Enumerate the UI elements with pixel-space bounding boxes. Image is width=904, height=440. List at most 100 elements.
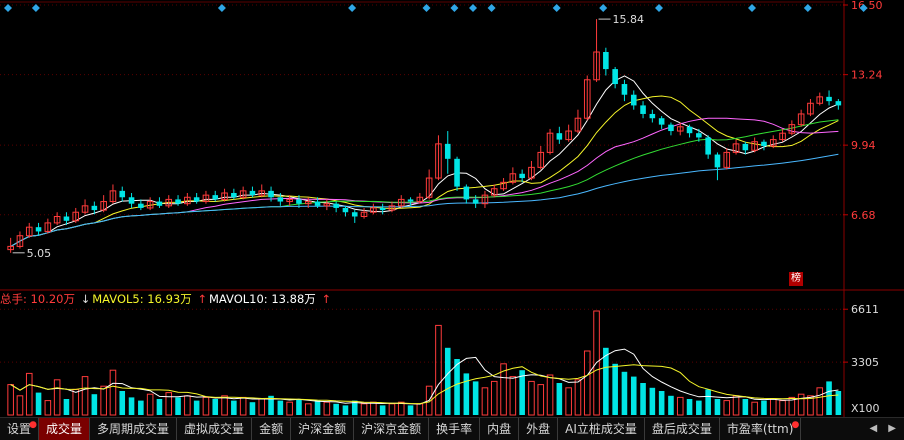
- total-volume-label: 总手: 10.20万: [0, 292, 75, 306]
- volume-bar: [528, 380, 535, 416]
- tab-label: 外盘: [526, 422, 551, 436]
- tab-label: 沪深金额: [298, 422, 347, 436]
- tab-9[interactable]: 外盘: [519, 418, 559, 440]
- volume-bar: [761, 400, 767, 415]
- volume-bar: [277, 400, 284, 415]
- volume-bar: [342, 405, 349, 415]
- candle-body: [296, 199, 302, 204]
- price-tick-label: 6.68: [851, 209, 876, 222]
- candle-body: [696, 133, 702, 138]
- candle-body: [612, 69, 618, 85]
- candle-body: [640, 105, 646, 114]
- kline-chart[interactable]: 16.50 13.24 9.94 6.68 15.84 5.05 6611 3305 X100: [0, 0, 904, 439]
- tab-label: 设置: [7, 422, 32, 436]
- volume-bar: [249, 402, 256, 415]
- ma5-line: [10, 75, 839, 247]
- tab-7[interactable]: 换手率: [429, 418, 481, 440]
- volume-bar: [146, 393, 154, 416]
- volume-bar: [63, 399, 70, 415]
- volume-bar: [81, 376, 89, 416]
- tab-0[interactable]: 设置 ●: [0, 418, 40, 440]
- tab-label: 市盈率(ttm): [726, 422, 794, 436]
- tab-label: 盘后成交量: [651, 422, 712, 436]
- volume-bar: [109, 369, 117, 416]
- tab-5[interactable]: 沪深金额: [291, 418, 355, 440]
- mavol5-line: [10, 348, 839, 405]
- volume-bar: [333, 403, 339, 415]
- volume-bar: [53, 379, 61, 416]
- tab-11[interactable]: 盘后成交量: [645, 418, 720, 440]
- volume-bar: [100, 385, 107, 416]
- candle-body: [519, 173, 525, 179]
- high-price-label: 15.84: [613, 13, 645, 26]
- tab-scroll-arrows[interactable]: ◀ ▶: [869, 418, 900, 440]
- candle-body: [119, 190, 126, 198]
- volume-bar: [463, 373, 470, 415]
- ranking-badge[interactable]: 榜: [789, 272, 803, 286]
- volume-bar: [649, 387, 656, 415]
- volume-bar: [25, 372, 33, 416]
- volume-bar: [816, 387, 824, 416]
- candle-body: [472, 199, 479, 204]
- event-marker-icon: [348, 4, 357, 12]
- candle-body: [212, 195, 219, 200]
- volume-bar: [779, 400, 786, 416]
- volume-bar: [668, 395, 674, 415]
- ma30-line: [10, 119, 839, 247]
- volume-bar: [490, 380, 498, 416]
- volume-bar: [407, 405, 414, 415]
- event-marker-icon: [469, 4, 477, 12]
- candle-body: [658, 118, 665, 125]
- candle-body: [314, 201, 321, 206]
- candle-body: [705, 137, 711, 155]
- volume-bar: [221, 395, 228, 416]
- volume-bar: [676, 396, 684, 416]
- candle-body: [333, 203, 339, 208]
- candle-body: [463, 186, 470, 200]
- volume-bar: [258, 398, 266, 416]
- legend-tail-arrow: ↑: [321, 292, 332, 306]
- candle-body: [630, 94, 637, 106]
- volume-bar: [751, 401, 758, 416]
- candle-body: [268, 190, 274, 198]
- candle-body: [249, 190, 256, 196]
- volume-bar: [574, 379, 582, 416]
- tab-6[interactable]: 沪深京金额: [354, 418, 430, 440]
- price-tick-label: 13.24: [851, 69, 883, 82]
- volume-bar: [705, 389, 711, 415]
- volume-bar: [323, 401, 331, 416]
- candle-body: [193, 197, 200, 202]
- tab-label: 虚拟成交量: [184, 422, 245, 436]
- volume-bar: [128, 397, 135, 415]
- volume-bar: [658, 391, 665, 415]
- candle-body: [175, 199, 181, 204]
- price-tick-label: 9.94: [851, 139, 876, 152]
- volume-bar: [91, 394, 98, 415]
- candle-body: [35, 227, 42, 232]
- volume-bar: [696, 400, 702, 415]
- tab-label: 换手率: [436, 422, 473, 436]
- candle-body: [351, 212, 358, 217]
- candle-body: [761, 141, 767, 146]
- tab-1[interactable]: 成交量: [39, 418, 91, 440]
- volume-bar: [231, 400, 237, 415]
- tab-10[interactable]: AI立桩成交量: [558, 418, 645, 440]
- volume-bar: [732, 395, 740, 416]
- volume-bar: [314, 400, 321, 415]
- volume-bar: [175, 397, 181, 415]
- tab-4[interactable]: 金额: [252, 418, 292, 440]
- candle-body: [649, 113, 656, 119]
- tab-12[interactable]: 市盈率(ttm) ●: [720, 418, 802, 440]
- candle-body: [826, 96, 832, 102]
- volume-bar: [286, 401, 293, 416]
- candle-body: [128, 197, 135, 204]
- tab-3[interactable]: 虚拟成交量: [177, 418, 253, 440]
- candle-body: [556, 133, 563, 140]
- tab-label: AI立桩成交量: [565, 422, 637, 436]
- candle-body: [742, 143, 749, 151]
- tab-2[interactable]: 多周期成交量: [90, 418, 178, 440]
- volume-bar: [7, 384, 14, 416]
- volume-tick-label: 3305: [851, 356, 879, 369]
- candle-body: [603, 52, 609, 70]
- tab-8[interactable]: 内盘: [480, 418, 520, 440]
